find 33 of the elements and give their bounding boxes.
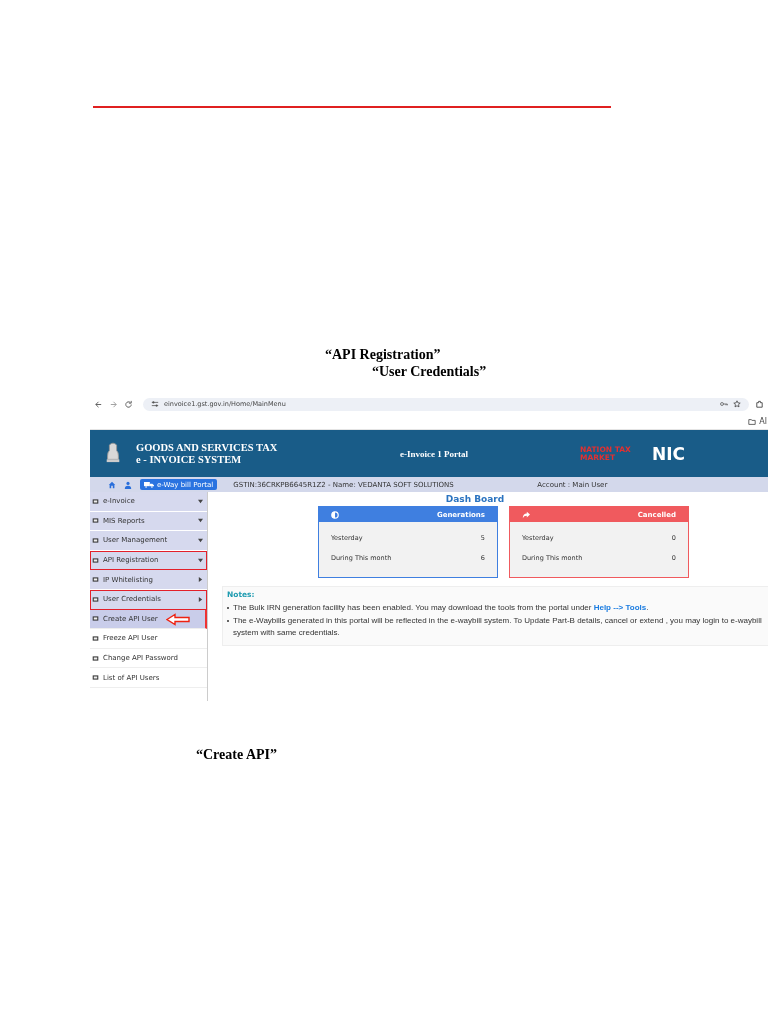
header-title: GOODS AND SERVICES TAX [136, 441, 279, 454]
menu-item-icon [92, 576, 99, 584]
caption: “Create API” [196, 747, 277, 763]
share-arrow-icon [522, 510, 530, 519]
truck-icon [144, 481, 154, 488]
half-circle-icon [331, 510, 339, 519]
menu-item-icon [92, 537, 99, 544]
menu-item-icon [92, 634, 99, 642]
caption: “User Credentials” [372, 363, 487, 380]
bookmark-label[interactable]: Al [759, 417, 767, 426]
key-icon[interactable] [720, 400, 728, 408]
site-settings-icon[interactable] [151, 400, 159, 408]
menu-item-icon [92, 497, 99, 505]
menu-item-icon [92, 615, 99, 623]
menu-item-icon [92, 517, 99, 525]
star-icon[interactable] [733, 400, 741, 408]
caption: “API Registration” [325, 346, 441, 363]
nic-logo: NIC [652, 443, 686, 464]
dashboard-title: Dash Board [444, 494, 506, 504]
extension-icon[interactable] [755, 399, 764, 409]
menu-item-icon [92, 674, 99, 682]
menu-item-icon [92, 556, 99, 564]
forward-icon[interactable] [109, 399, 118, 409]
back-icon[interactable] [94, 399, 103, 409]
header-subtitle: e - INVOICE SYSTEM [136, 453, 243, 466]
reload-icon[interactable] [124, 399, 133, 409]
menu-item-icon [92, 595, 99, 603]
home-icon[interactable] [108, 480, 116, 489]
folder-icon[interactable] [748, 417, 757, 426]
menu-item-icon [92, 654, 99, 662]
user-icon[interactable] [124, 480, 132, 489]
note-text: The e-Waybills generated in this portal will be reflected in the e-waybill system. To Update Part-B details, cancel or extend , you may login to e-waybill system with same credentials. [233, 615, 763, 639]
note-text: The Bulk IRN generation facility has been enabled. You may download the tools from the portal under Help --> Tools. [233, 602, 650, 614]
